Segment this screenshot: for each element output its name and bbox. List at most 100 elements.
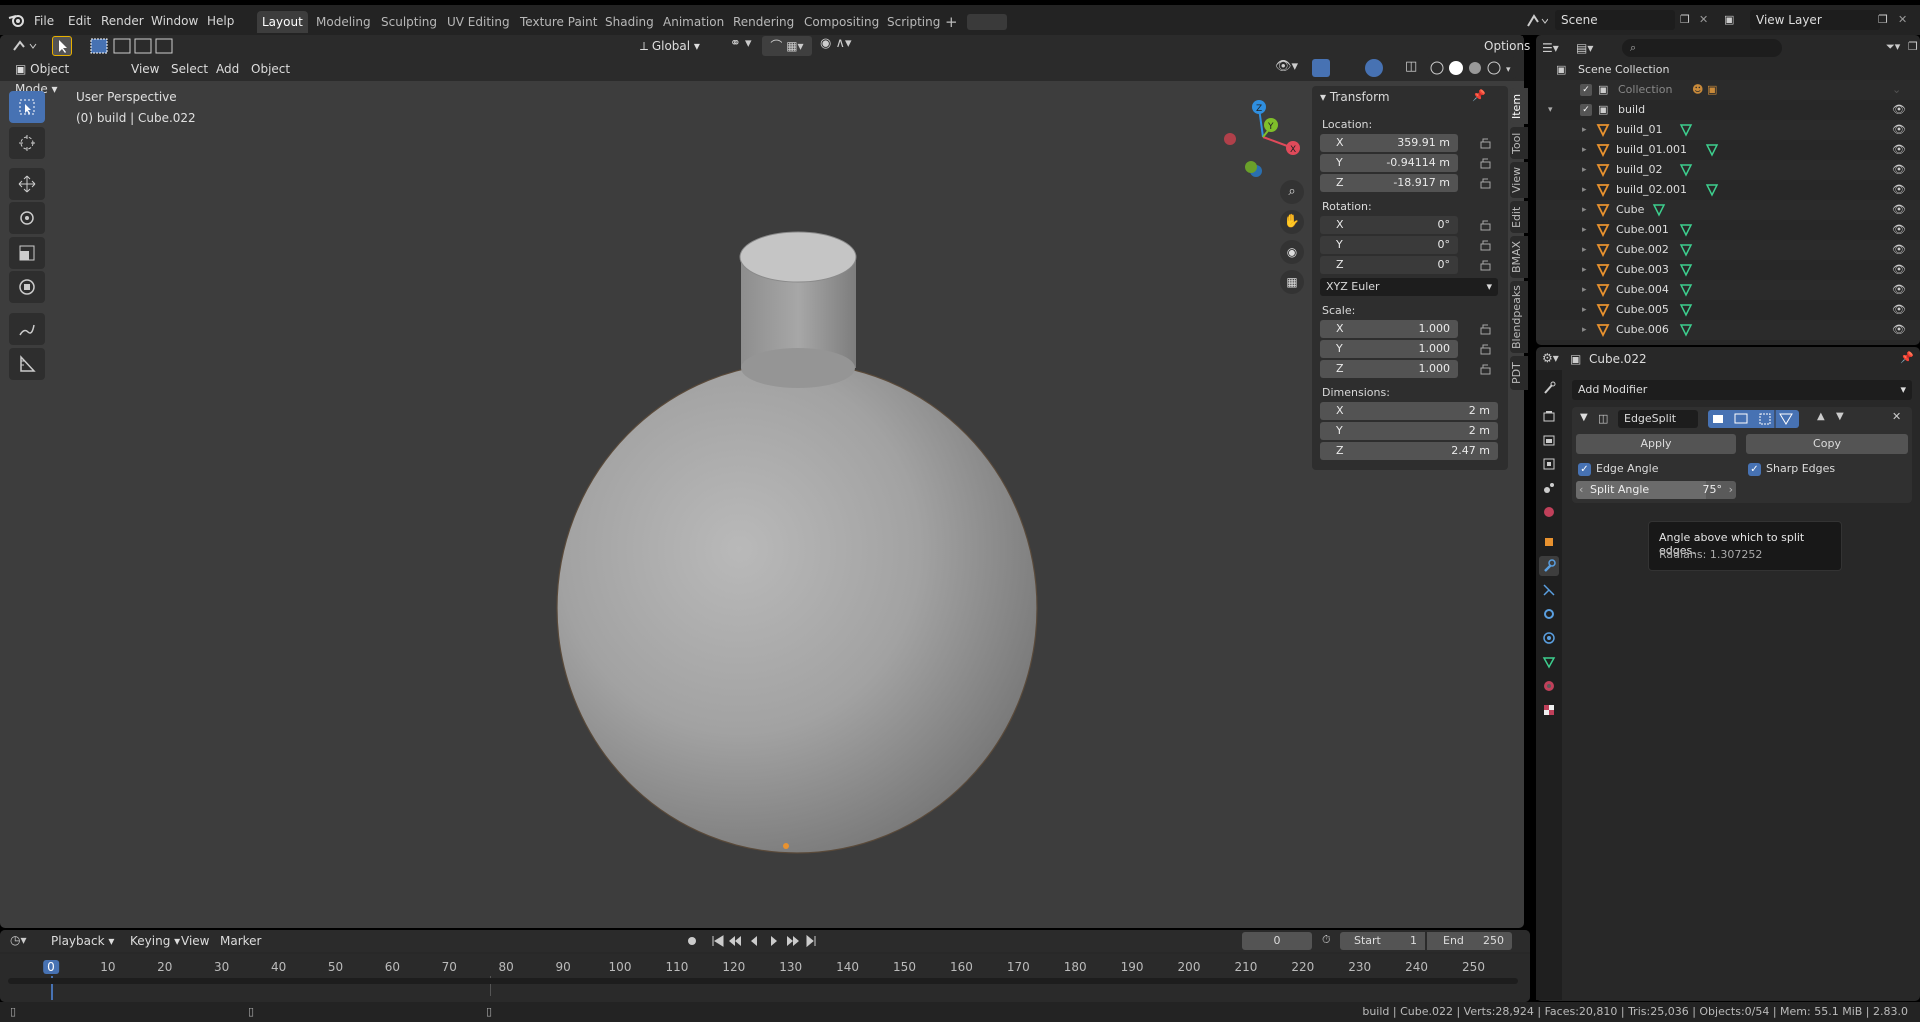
- tab-scripting[interactable]: Scripting: [882, 11, 945, 33]
- tab-rendering[interactable]: Rendering: [728, 11, 799, 33]
- scene-field[interactable]: Scene: [1555, 10, 1675, 30]
- measure-tool[interactable]: [9, 348, 45, 380]
- outliner-row[interactable]: ▸ Cube.003 👁: [1536, 260, 1920, 280]
- camera-view-icon[interactable]: ◉: [1280, 240, 1304, 264]
- visibility-eye-icon[interactable]: 👁: [1892, 160, 1906, 180]
- object-tab-icon[interactable]: [1539, 532, 1559, 552]
- mesh-data-icon[interactable]: [1652, 203, 1666, 217]
- lock-icon[interactable]: [1478, 137, 1492, 149]
- dimension-y-field[interactable]: Y 2 m: [1320, 422, 1498, 440]
- outliner-search-input[interactable]: ⌕: [1622, 39, 1782, 57]
- outliner-row[interactable]: ▸ build_01.001 👁: [1536, 140, 1920, 160]
- expand-icon[interactable]: ▸: [1582, 160, 1587, 180]
- world-icon[interactable]: [1539, 502, 1559, 522]
- lock-icon[interactable]: [1478, 343, 1492, 355]
- new-collection-icon[interactable]: ❐: [1908, 40, 1918, 53]
- visibility-eye-icon[interactable]: 👁: [1892, 260, 1906, 280]
- mesh-data-icon[interactable]: [1705, 183, 1719, 197]
- lock-icon[interactable]: [1478, 219, 1492, 231]
- rotation-y-field[interactable]: Y 0°: [1320, 236, 1458, 254]
- filter-icon[interactable]: ⏷▾: [1886, 40, 1900, 54]
- timeline-scrollbar[interactable]: [8, 978, 1518, 984]
- chevron-left-icon[interactable]: ‹: [1579, 481, 1583, 499]
- pin-icon[interactable]: 📌: [1472, 89, 1486, 102]
- object-mode-dropdown[interactable]: ▣ Object Mode ▾: [10, 59, 110, 96]
- chevron-right-icon[interactable]: ›: [1729, 481, 1733, 499]
- expand-icon[interactable]: ▸: [1582, 200, 1587, 220]
- lock-icon[interactable]: [1478, 177, 1492, 189]
- scale-z-field[interactable]: Z 1.000: [1320, 360, 1458, 378]
- stopwatch-icon[interactable]: ⏱: [1322, 933, 1331, 947]
- expand-icon[interactable]: ▾: [1548, 100, 1553, 120]
- annotate-tool[interactable]: [9, 313, 45, 345]
- view-layer-field[interactable]: View Layer: [1750, 10, 1880, 30]
- scene-tab-icon[interactable]: [1539, 478, 1559, 498]
- menu-edit[interactable]: Edit: [68, 11, 91, 31]
- outliner-editor-icon[interactable]: ☰▾: [1542, 41, 1559, 55]
- move-down-icon[interactable]: ▼: [1836, 411, 1844, 422]
- split-angle-slider[interactable]: ‹ Split Angle 75° ›: [1576, 481, 1736, 499]
- sharp-edges-checkbox[interactable]: ✓: [1748, 463, 1761, 476]
- tab-texture-paint[interactable]: Texture Paint: [515, 11, 602, 33]
- outliner-row-scene-collection[interactable]: ▣ Scene Collection: [1536, 60, 1920, 80]
- location-y-field[interactable]: Y -0.94114 m: [1320, 154, 1458, 172]
- move-up-icon[interactable]: ▲: [1817, 411, 1825, 422]
- properties-editor-icon[interactable]: ⚙▾: [1542, 351, 1559, 365]
- tab-animation[interactable]: Animation: [658, 11, 729, 33]
- add-modifier-dropdown[interactable]: Add Modifier ▾: [1572, 380, 1912, 400]
- mesh-data-icon[interactable]: [1679, 223, 1693, 237]
- rotation-z-field[interactable]: Z 0°: [1320, 256, 1458, 274]
- menu-playback[interactable]: Playback ▾: [46, 931, 119, 951]
- output-icon[interactable]: [1539, 430, 1559, 450]
- xray-icon[interactable]: ◫: [1405, 59, 1417, 74]
- menu-help[interactable]: Help: [207, 11, 234, 31]
- constraints-icon[interactable]: [1539, 628, 1559, 648]
- modifier-visibility-toggles[interactable]: [1708, 410, 1799, 428]
- timeline-editor-icon[interactable]: ◷▾: [10, 933, 27, 947]
- current-frame-field[interactable]: 0: [1242, 932, 1312, 950]
- view-layer-icon[interactable]: ▣: [1724, 13, 1734, 26]
- snap-icon[interactable]: ⌒ ▦▾: [762, 36, 812, 56]
- modifier-name-field[interactable]: EdgeSplit: [1618, 410, 1698, 428]
- close-icon[interactable]: ✕: [1892, 410, 1901, 423]
- overlay-toggle-icon[interactable]: [1365, 59, 1383, 77]
- playhead-frame[interactable]: 0: [43, 960, 59, 974]
- sidebar-tab-edit[interactable]: Edit: [1510, 201, 1528, 233]
- sidebar-tab-pdt[interactable]: PDT: [1510, 356, 1528, 390]
- transform-tool[interactable]: [9, 271, 45, 303]
- expand-icon[interactable]: ▸: [1582, 180, 1587, 200]
- mesh-data-icon[interactable]: [1679, 243, 1693, 257]
- tab-layout[interactable]: Layout: [257, 11, 308, 33]
- expand-icon[interactable]: ▸: [1582, 140, 1587, 160]
- rotate-tool[interactable]: [9, 202, 45, 234]
- modifiers-wrench-icon[interactable]: [1539, 556, 1559, 576]
- outliner-row[interactable]: ▸ Cube.006 👁: [1536, 320, 1920, 340]
- visibility-icon[interactable]: 👁▾: [1275, 59, 1298, 74]
- visibility-eye-icon[interactable]: 👁: [1892, 200, 1906, 220]
- new-scene-icon[interactable]: ❐: [1680, 13, 1690, 26]
- pin-icon[interactable]: 📌: [1900, 351, 1914, 364]
- outliner-row[interactable]: ▸ Cube.002 👁: [1536, 240, 1920, 260]
- sidebar-tab-blendpeaks[interactable]: Blendpeaks: [1510, 281, 1528, 353]
- tab-sculpting[interactable]: Sculpting: [376, 11, 442, 33]
- menu-marker[interactable]: Marker: [215, 931, 266, 951]
- remove-view-layer-icon[interactable]: ✕: [1898, 13, 1907, 26]
- scale-x-field[interactable]: X 1.000: [1320, 320, 1458, 338]
- mesh-object[interactable]: [520, 215, 1040, 865]
- tab-modeling[interactable]: Modeling: [311, 11, 376, 33]
- mesh-data-icon[interactable]: [1679, 283, 1693, 297]
- render-icon[interactable]: [1539, 406, 1559, 426]
- viewport-menu-add[interactable]: Add: [211, 59, 244, 79]
- rotation-x-field[interactable]: X 0°: [1320, 216, 1458, 234]
- viewport-menu-view[interactable]: View: [126, 59, 164, 79]
- visibility-eye-icon[interactable]: 👁: [1892, 280, 1906, 300]
- expand-icon[interactable]: ▸: [1582, 300, 1587, 320]
- proportional-edit-icon[interactable]: ◉ ∧▾: [820, 36, 852, 51]
- tab-compositing[interactable]: Compositing: [799, 11, 884, 33]
- outliner-row[interactable]: ▸ Cube.001 👁: [1536, 220, 1920, 240]
- expand-icon[interactable]: ▸: [1582, 320, 1587, 340]
- apply-button[interactable]: Apply: [1576, 434, 1736, 454]
- rotation-mode-dropdown[interactable]: XYZ Euler ▾: [1320, 278, 1498, 296]
- menu-view[interactable]: View: [176, 931, 214, 951]
- exclude-checkbox[interactable]: ✓: [1580, 104, 1592, 116]
